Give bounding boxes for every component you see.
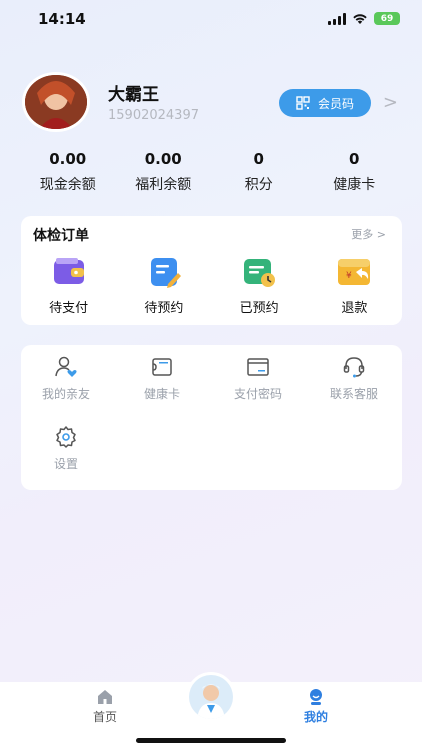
center-doctor-button[interactable] bbox=[186, 672, 236, 722]
orders-row: 待支付 待预约 已预约 ¥ 退款 bbox=[21, 256, 402, 316]
stat-value: 0 bbox=[253, 150, 264, 168]
order-booked[interactable]: 已预约 bbox=[212, 256, 307, 316]
member-code-label: 会员码 bbox=[317, 96, 354, 111]
tool-my-family[interactable]: 我的亲友 bbox=[21, 355, 111, 402]
status-icons: 69 bbox=[328, 12, 400, 25]
exam-orders-card: 体检订单 更多 > 待支付 待预约 已预约 ¥ 退款 bbox=[21, 216, 402, 325]
calendar-clock-icon bbox=[244, 259, 276, 287]
tab-home[interactable]: 首页 bbox=[75, 688, 135, 725]
signal-icon bbox=[328, 12, 346, 25]
username: 大霸王 bbox=[108, 85, 159, 105]
doctor-avatar-icon bbox=[189, 675, 233, 719]
member-code-button[interactable]: 会员码 bbox=[279, 89, 371, 117]
phone-number: 15902024397 bbox=[108, 108, 199, 123]
stat-health-card[interactable]: 0 健康卡 bbox=[307, 148, 403, 194]
tool-customer-service[interactable]: 联系客服 bbox=[309, 355, 399, 402]
svg-text:¥: ¥ bbox=[346, 271, 352, 281]
tool-payment-password[interactable]: 支付密码 bbox=[213, 355, 303, 402]
order-pending-payment[interactable]: 待支付 bbox=[21, 256, 116, 316]
balance-stats: 0.00 现金余额 0.00 福利余额 0 积分 0 健康卡 bbox=[20, 148, 402, 194]
tool-label: 我的亲友 bbox=[41, 387, 90, 401]
tab-home-label: 首页 bbox=[92, 710, 117, 724]
order-pending-booking[interactable]: 待预约 bbox=[116, 256, 211, 316]
refund-icon: ¥ bbox=[338, 259, 371, 285]
status-bar: 14:14 69 bbox=[0, 0, 422, 40]
stat-value: 0 bbox=[349, 150, 360, 168]
tool-settings[interactable]: 设置 bbox=[21, 425, 111, 472]
tool-label: 健康卡 bbox=[143, 387, 180, 401]
user-heart-icon bbox=[55, 356, 77, 377]
chevron-right-icon[interactable]: > bbox=[383, 92, 398, 113]
tab-mine[interactable]: 我的 bbox=[286, 688, 346, 725]
home-indicator bbox=[136, 738, 286, 743]
avatar[interactable] bbox=[22, 72, 90, 132]
battery-level: 69 bbox=[380, 13, 394, 24]
password-icon bbox=[247, 358, 269, 376]
tab-mine-label: 我的 bbox=[303, 710, 328, 724]
tools-card: 我的亲友 健康卡 支付密码 联系客服 设置 bbox=[21, 345, 402, 490]
orders-title: 体检订单 bbox=[33, 228, 89, 244]
stat-label: 积分 bbox=[244, 177, 273, 193]
stat-welfare[interactable]: 0.00 福利余额 bbox=[116, 148, 212, 194]
home-icon bbox=[98, 690, 112, 704]
order-label: 待支付 bbox=[49, 301, 89, 316]
order-label: 退款 bbox=[341, 301, 368, 316]
orders-more-link[interactable]: 更多 > bbox=[351, 226, 386, 242]
clipboard-pen-icon bbox=[150, 258, 181, 288]
tool-health-card[interactable]: 健康卡 bbox=[117, 355, 207, 402]
profile-header: 大霸王 15902024397 会员码 > bbox=[22, 72, 402, 136]
stat-label: 健康卡 bbox=[333, 177, 376, 193]
stat-points[interactable]: 0 积分 bbox=[211, 148, 307, 194]
qr-code-icon bbox=[296, 96, 310, 110]
status-time: 14:14 bbox=[38, 10, 86, 28]
stat-label: 福利余额 bbox=[135, 177, 192, 193]
tool-label: 设置 bbox=[53, 457, 78, 471]
battery-icon: 69 bbox=[374, 12, 400, 25]
gear-icon bbox=[56, 426, 76, 448]
stat-label: 现金余额 bbox=[39, 177, 96, 193]
order-refund[interactable]: ¥ 退款 bbox=[307, 256, 402, 316]
wifi-icon bbox=[353, 13, 367, 24]
stat-cash[interactable]: 0.00 现金余额 bbox=[20, 148, 116, 194]
tool-label: 联系客服 bbox=[329, 387, 378, 401]
user-icon bbox=[310, 689, 322, 705]
headset-icon bbox=[343, 357, 365, 378]
wallet-icon bbox=[53, 258, 84, 284]
order-label: 已预约 bbox=[239, 301, 279, 316]
card-icon bbox=[152, 358, 172, 376]
tool-label: 支付密码 bbox=[233, 387, 282, 401]
stat-value: 0.00 bbox=[49, 150, 87, 168]
order-label: 待预约 bbox=[144, 301, 184, 316]
stat-value: 0.00 bbox=[144, 150, 182, 168]
